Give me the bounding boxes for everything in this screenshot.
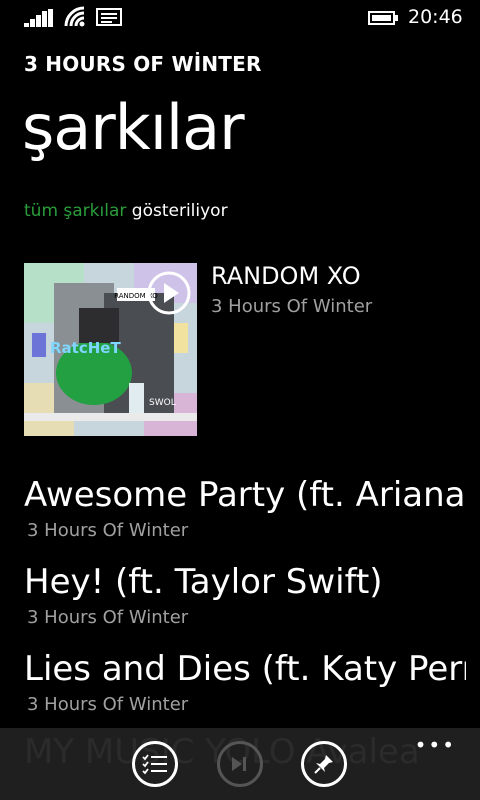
pin-icon: [314, 755, 333, 774]
battery-icon: [368, 11, 398, 25]
pin-button[interactable]: [301, 741, 347, 787]
play-album-icon[interactable]: [146, 270, 192, 316]
svg-text:RatcHeT: RatcHeT: [50, 339, 121, 357]
clock: 20:46: [408, 6, 463, 28]
wifi-icon: [64, 6, 85, 27]
song-artist: 3 Hours Of Winter: [27, 694, 189, 715]
song-item[interactable]: Lies and Dies (ft. Katy Perry) 3 Hours O…: [24, 644, 466, 731]
filter-link[interactable]: tüm şarkılar: [24, 201, 126, 221]
song-title: Hey! (ft. Taylor Swift): [24, 562, 383, 602]
play-next-button[interactable]: [217, 741, 263, 787]
album-artist: 3 Hours Of Winter: [211, 296, 373, 317]
app-bar: MY MUSIC YOLO Avalea •••: [0, 728, 480, 800]
play-next-icon: [232, 757, 246, 771]
page-title: şarkılar: [22, 91, 245, 164]
song-title: Awesome Party (ft. Ariana Grande): [24, 475, 466, 515]
filter-indicator[interactable]: tüm şarkılar gösteriliyor: [24, 201, 228, 221]
list-icon: [142, 754, 167, 775]
message-icon: [96, 8, 122, 26]
more-options-icon[interactable]: •••: [415, 735, 456, 755]
song-artist: 3 Hours Of Winter: [27, 520, 189, 541]
song-title: Lies and Dies (ft. Katy Perry): [24, 649, 466, 689]
app-title: 3 HOURS OF WİNTER: [24, 52, 262, 76]
album-title[interactable]: RANDOM XO: [211, 262, 361, 290]
filter-text: gösteriliyor: [126, 201, 228, 221]
song-item[interactable]: Awesome Party (ft. Ariana Grande) 3 Hour…: [24, 470, 466, 557]
album-art[interactable]: RANDOM XO RatcHeT SWOL: [24, 263, 197, 436]
song-item[interactable]: Hey! (ft. Taylor Swift) 3 Hours Of Winte…: [24, 557, 466, 644]
song-artist: 3 Hours Of Winter: [27, 607, 189, 628]
status-bar: 20:46: [0, 0, 480, 34]
signal-strength-icon: [24, 9, 54, 27]
svg-text:SWOL: SWOL: [149, 398, 176, 408]
song-list: Awesome Party (ft. Ariana Grande) 3 Hour…: [24, 470, 466, 731]
list-button[interactable]: [132, 741, 178, 787]
